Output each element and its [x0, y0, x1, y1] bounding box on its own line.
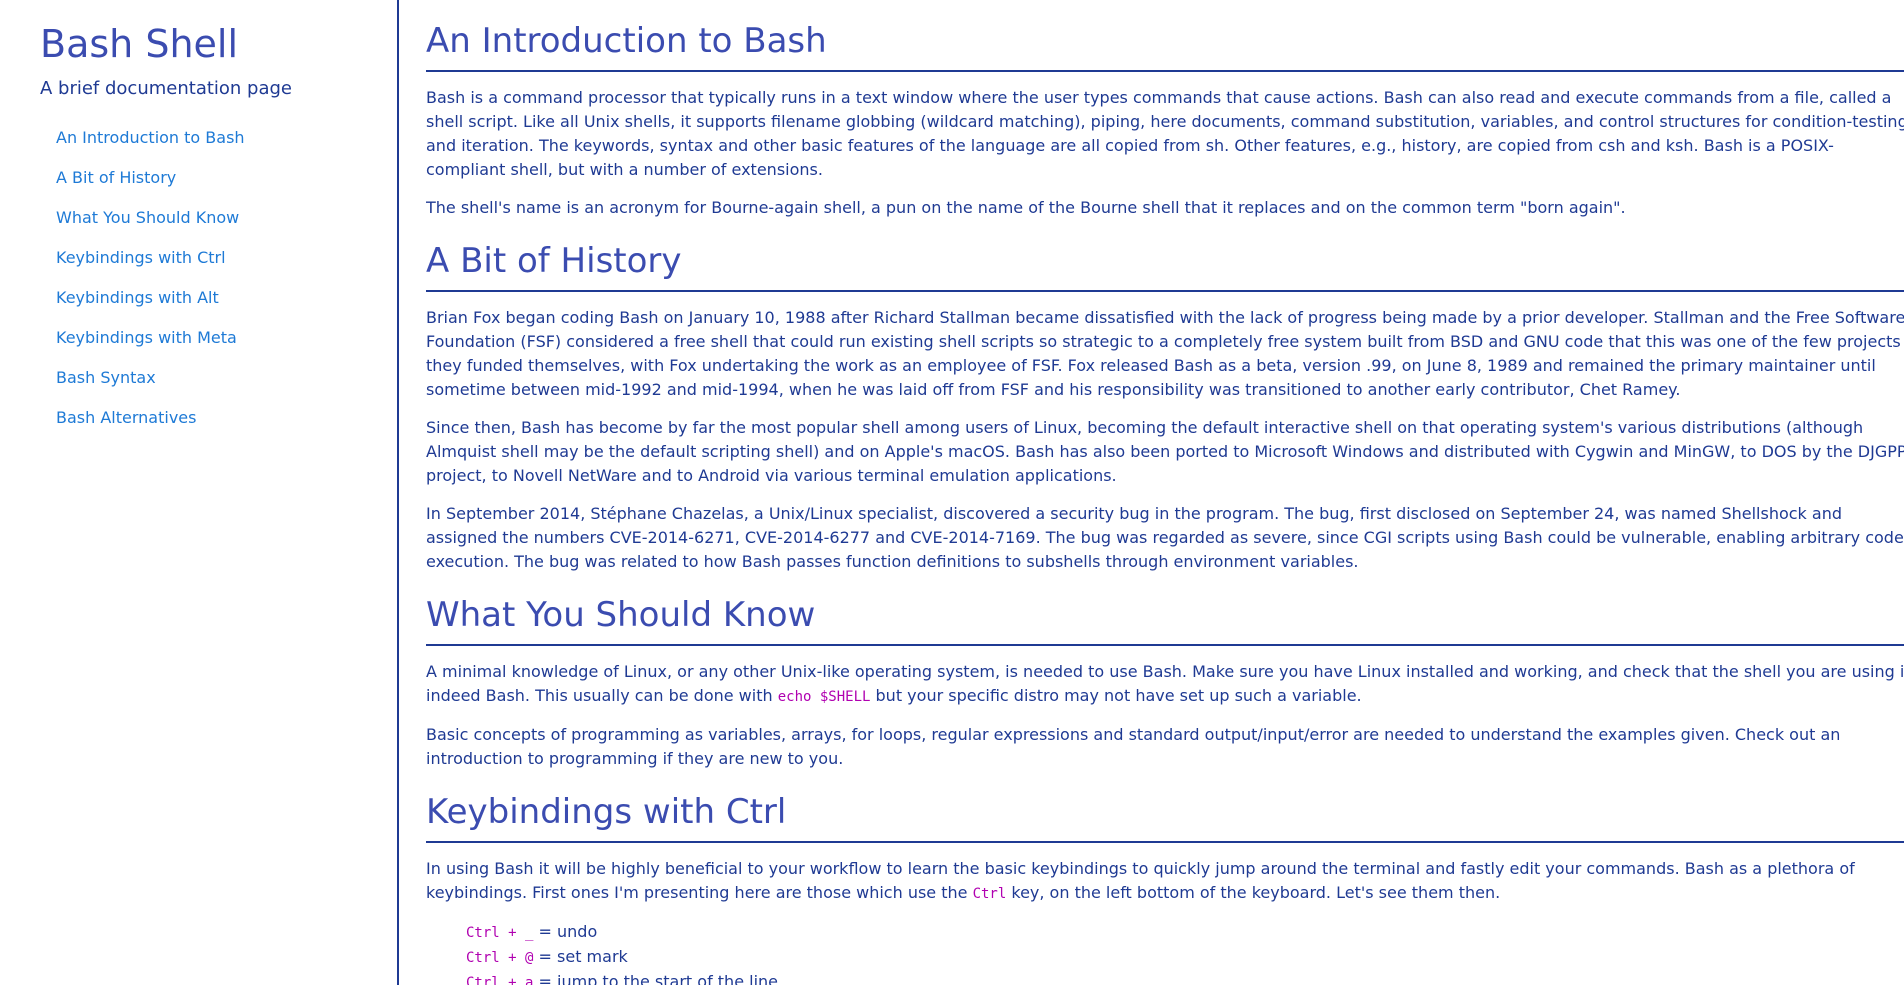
site-subtitle: A brief documentation page: [40, 78, 292, 99]
nav-link-what-you-should-know[interactable]: What You Should Know: [56, 208, 239, 227]
nav-item-keybindings-ctrl: Keybindings with Ctrl: [56, 244, 245, 284]
text-line: introduction to programming if they are …: [426, 749, 844, 768]
nav-item-introduction: An Introduction to Bash: [56, 124, 245, 164]
paragraph: In September 2014, Stéphane Chazelas, a …: [426, 502, 1904, 574]
section-keybindings-ctrl: Keybindings with Ctrl In using Bash it w…: [426, 789, 1904, 985]
main-content: An Introduction to Bash Bash is a comman…: [426, 0, 1904, 985]
key-action: = jump to the start of the line: [533, 972, 778, 985]
text-line: sometime between mid-1992 and mid-1994, …: [426, 380, 1681, 399]
section-heading: Keybindings with Ctrl: [426, 789, 1904, 843]
nav-item-keybindings-alt: Keybindings with Alt: [56, 284, 245, 324]
paragraph: The shell's name is an acronym for Bourn…: [426, 198, 1626, 217]
nav-item-history: A Bit of History: [56, 164, 245, 204]
nav-item-keybindings-meta: Keybindings with Meta: [56, 324, 245, 364]
nav-link-keybindings-alt[interactable]: Keybindings with Alt: [56, 288, 219, 307]
text-line: Bash is a command processor that typical…: [426, 88, 1892, 107]
text-line: Brian Fox began coding Bash on January 1…: [426, 308, 1904, 327]
nav-link-bash-alternatives[interactable]: Bash Alternatives: [56, 408, 196, 427]
key-action: = set mark: [533, 947, 628, 966]
text-line: project, to Novell NetWare and to Androi…: [426, 466, 1117, 485]
section-what-you-should-know: What You Should Know A minimal knowledge…: [426, 592, 1904, 771]
section-introduction: An Introduction to Bash Bash is a comman…: [426, 18, 1904, 220]
nav-link-keybindings-meta[interactable]: Keybindings with Meta: [56, 328, 237, 347]
key-combo: Ctrl + _: [466, 925, 534, 941]
text-line: assigned the numbers CVE-2014-6271, CVE-…: [426, 528, 1904, 547]
inline-code: Ctrl: [972, 886, 1007, 902]
site-title: Bash Shell: [40, 22, 239, 66]
section-heading: An Introduction to Bash: [426, 18, 1904, 72]
text-line: Almquist shell may be the default script…: [426, 442, 1904, 461]
text-line: In using Bash it will be highly benefici…: [426, 859, 1855, 878]
text-line: Foundation (FSF) considered a free shell…: [426, 332, 1901, 351]
nav-item-bash-alternatives: Bash Alternatives: [56, 404, 245, 444]
text-fragment: keybindings. First ones I'm presenting h…: [426, 883, 973, 902]
paragraph: Basic concepts of programming as variabl…: [426, 723, 1904, 771]
nav-link-bash-syntax[interactable]: Bash Syntax: [56, 368, 156, 387]
text-line: A minimal knowledge of Linux, or any oth…: [426, 662, 1904, 681]
inline-code: echo $SHELL: [777, 689, 871, 705]
section-history: A Bit of History Brian Fox began coding …: [426, 238, 1904, 574]
text-line: Since then, Bash has become by far the m…: [426, 418, 1864, 437]
nav-link-keybindings-ctrl[interactable]: Keybindings with Ctrl: [56, 248, 226, 267]
paragraph: In using Bash it will be highly benefici…: [426, 857, 1904, 906]
text-line: shell script. Like all Unix shells, it s…: [426, 112, 1904, 131]
section-heading: A Bit of History: [426, 238, 1904, 292]
nav-link-introduction[interactable]: An Introduction to Bash: [56, 128, 245, 147]
text-line: keybindings. First ones I'm presenting h…: [426, 881, 1904, 906]
text-line: they funded themselves, with Fox underta…: [426, 356, 1876, 375]
text-fragment: but your specific distro may not have se…: [870, 686, 1362, 705]
keybinding-list: Ctrl + _ = undo Ctrl + @ = set mark Ctrl…: [466, 920, 1904, 985]
nav-list: An Introduction to Bash A Bit of History…: [56, 124, 245, 444]
text-line: In September 2014, Stéphane Chazelas, a …: [426, 504, 1843, 523]
key-combo: Ctrl + a: [466, 975, 534, 985]
text-line: indeed Bash. This usually can be done wi…: [426, 684, 1904, 709]
text-fragment: key, on the left bottom of the keyboard.…: [1006, 883, 1501, 902]
text-line: compliant shell, but with a number of ex…: [426, 160, 823, 179]
nav-item-bash-syntax: Bash Syntax: [56, 364, 245, 404]
key-combo: Ctrl + @: [466, 950, 534, 966]
nav-link-history[interactable]: A Bit of History: [56, 168, 176, 187]
nav-item-what-you-should-know: What You Should Know: [56, 204, 245, 244]
text-fragment: indeed Bash. This usually can be done wi…: [426, 686, 778, 705]
keybinding-item: Ctrl + _ = undo: [466, 920, 1904, 945]
text-line: and iteration. The keywords, syntax and …: [426, 136, 1834, 155]
keybinding-item: Ctrl + a = jump to the start of the line: [466, 970, 1904, 985]
sidebar: Bash Shell A brief documentation page An…: [0, 0, 399, 985]
section-heading: What You Should Know: [426, 592, 1904, 646]
paragraph: Brian Fox began coding Bash on January 1…: [426, 306, 1904, 402]
paragraph: A minimal knowledge of Linux, or any oth…: [426, 660, 1904, 709]
paragraph: Bash is a command processor that typical…: [426, 86, 1904, 182]
text-line: Basic concepts of programming as variabl…: [426, 725, 1841, 744]
text-line: execution. The bug was related to how Ba…: [426, 552, 1359, 571]
keybinding-item: Ctrl + @ = set mark: [466, 945, 1904, 970]
key-action: = undo: [533, 922, 598, 941]
paragraph: Since then, Bash has become by far the m…: [426, 416, 1904, 488]
